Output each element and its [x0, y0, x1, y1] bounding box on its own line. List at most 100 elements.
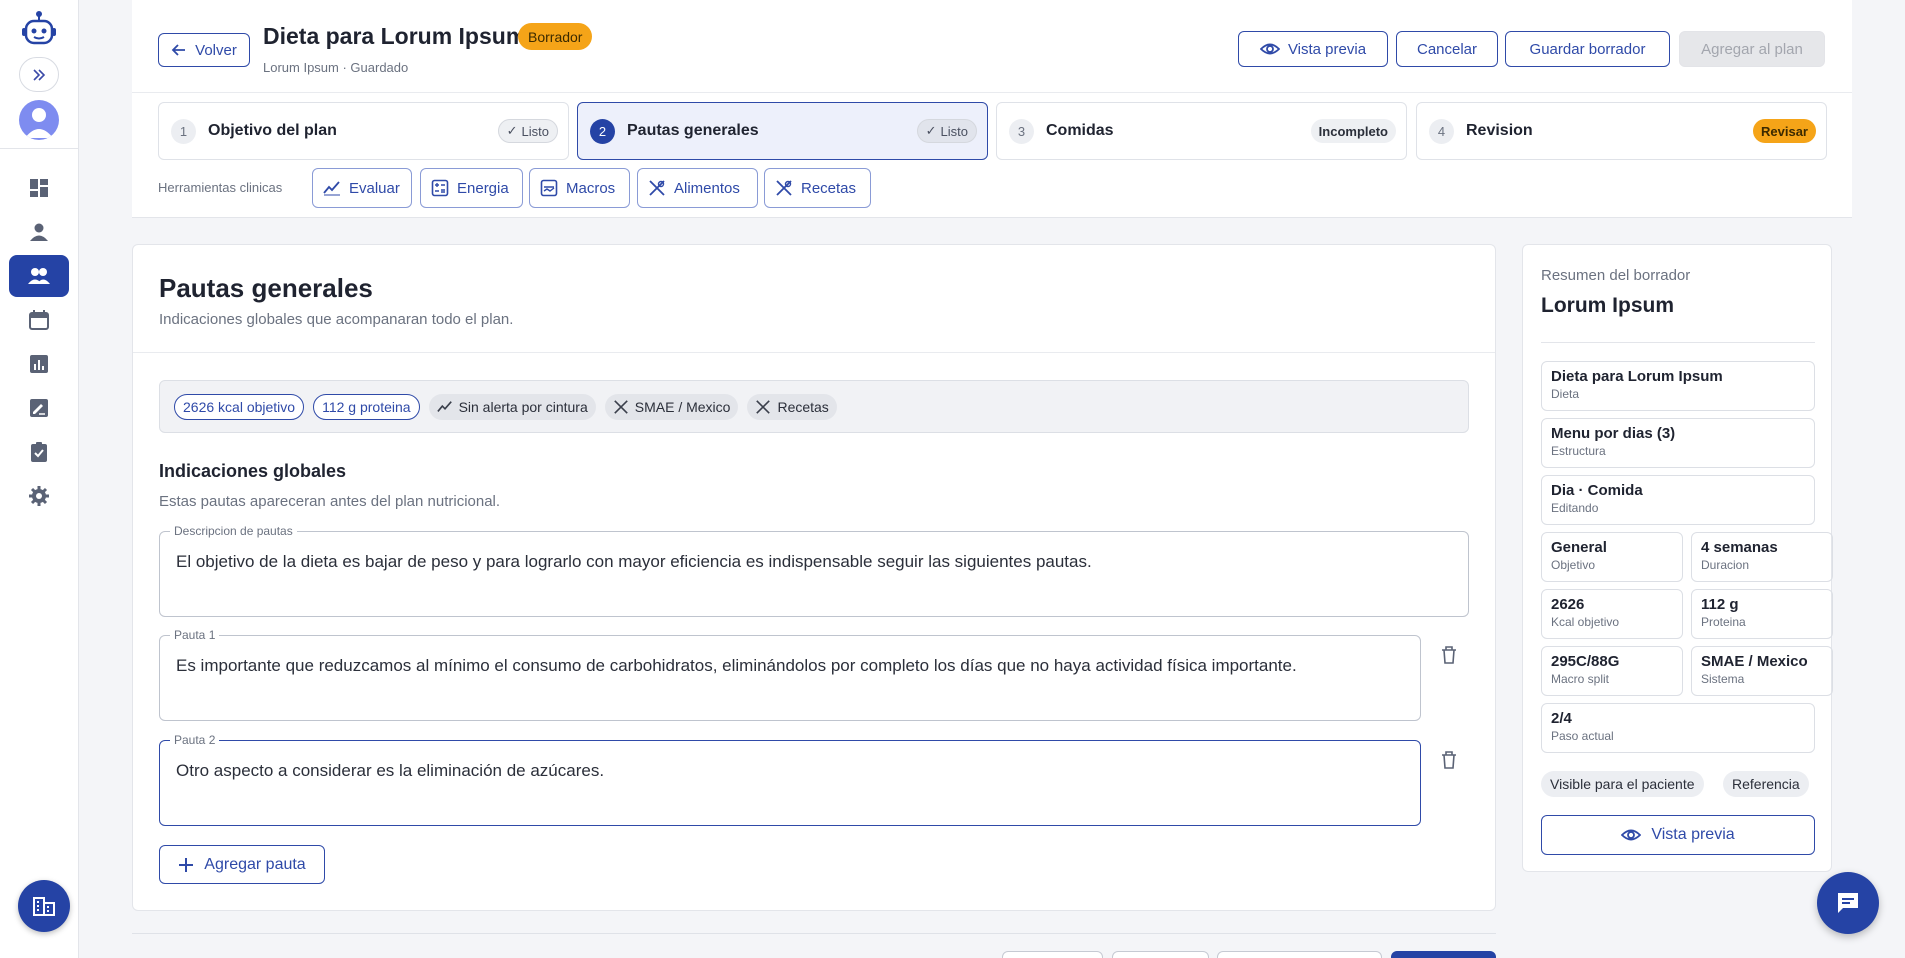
pauta-1-field[interactable]: Pauta 1 Es importante que reduzcamos al …: [159, 628, 1421, 721]
add-pauta-label: Agregar pauta: [204, 855, 306, 873]
section-subheading: Indicaciones globales que acompanaran to…: [159, 311, 514, 328]
card-divider: [133, 352, 1495, 353]
add-to-plan-button[interactable]: Agregar al plan: [1679, 31, 1825, 67]
tool-recetas[interactable]: Recetas: [764, 168, 871, 208]
tools-label: Herramientas clinicas: [158, 180, 283, 195]
chip-kcal: 2626 kcal objetivo: [174, 393, 305, 420]
pauta-2-field[interactable]: Pauta 2 Otro aspecto a considerar es la …: [159, 733, 1421, 826]
page-title: Dieta para Lorum Ipsum: [263, 23, 527, 49]
chip-cintura: Sin alerta por cintura: [428, 393, 596, 420]
trending-icon: [323, 181, 340, 196]
step-status: Revisar: [1753, 119, 1816, 143]
utensils-icon: [776, 180, 792, 196]
tool-energia[interactable]: Energia: [420, 168, 523, 208]
delete-pauta-2-button[interactable]: [1440, 750, 1458, 770]
robot-logo-icon[interactable]: [19, 10, 59, 50]
tool-evaluar[interactable]: Evaluar: [312, 168, 412, 208]
cell-label: Duracion: [1701, 558, 1750, 572]
status-badge: Borrador: [518, 23, 593, 50]
nav-patients[interactable]: [9, 255, 69, 297]
cell-label: Macro split: [1551, 672, 1610, 686]
field-label: Pauta 2: [170, 733, 220, 747]
summary-label: Resumen del borrador: [1541, 267, 1691, 284]
bar-chart-icon: [30, 355, 48, 373]
step-objetivo[interactable]: 1 Objetivo del plan ✓ Listo: [158, 102, 569, 160]
nav-reports[interactable]: [9, 343, 69, 385]
check-icon: ✓: [506, 123, 518, 138]
arrow-left-icon: [171, 44, 186, 56]
cancel-label: Cancelar: [1416, 40, 1478, 58]
nav-calendar[interactable]: [9, 299, 69, 341]
cell-value: 112 g: [1701, 596, 1739, 613]
indicaciones-title: Indicaciones globales: [159, 461, 347, 481]
summary-cell-objetivo: General Objetivo: [1541, 532, 1683, 582]
summary-cell-dieta: Dieta para Lorum Ipsum Dieta: [1541, 361, 1815, 411]
footer-primary-button[interactable]: [1391, 951, 1496, 958]
double-chevron-right-icon: [33, 68, 46, 81]
tool-macros[interactable]: Macros: [529, 168, 630, 208]
step-revision[interactable]: 4 Revision Revisar: [1416, 102, 1827, 160]
step-number: 1: [171, 118, 196, 144]
summary-preview-label: Vista previa: [1651, 826, 1735, 843]
trash-icon: [1442, 751, 1456, 769]
footer-divider: [132, 933, 1496, 934]
descripcion-field[interactable]: Descripcion de pautas El objetivo de la …: [159, 524, 1469, 617]
back-button[interactable]: Volver: [158, 33, 250, 67]
nav-notes[interactable]: [9, 387, 69, 429]
cell-value: SMAE / Mexico: [1701, 653, 1808, 670]
tool-label: Macros: [566, 179, 616, 197]
building-icon: [33, 897, 55, 916]
nav-person[interactable]: [9, 211, 69, 253]
summary-cell-duracion: 4 semanas Duracion: [1691, 532, 1833, 582]
cell-value: Dia · Comida: [1551, 482, 1643, 499]
cell-label: Sistema: [1701, 672, 1745, 686]
clipboard-check-icon: [31, 442, 47, 462]
step-comidas[interactable]: 3 Comidas Incompleto: [996, 102, 1407, 160]
calculator-icon: [431, 179, 449, 197]
preview-button[interactable]: Vista previa: [1238, 31, 1388, 67]
save-draft-button[interactable]: Guardar borrador: [1505, 31, 1670, 67]
step-status: ✓ Listo: [916, 119, 977, 143]
field-value: El objetivo de la dieta es bajar de peso…: [176, 552, 1092, 571]
tool-label: Recetas: [801, 179, 857, 197]
chart-box-icon: [540, 179, 558, 197]
chip-label: Recetas: [777, 398, 829, 415]
summary-cell-editando: Dia · Comida Editando: [1541, 475, 1815, 525]
user-avatar[interactable]: [19, 100, 59, 140]
footer-button[interactable]: [1112, 951, 1209, 958]
person-icon: [30, 223, 48, 241]
nav-tasks[interactable]: [9, 431, 69, 473]
footer-button[interactable]: [1002, 951, 1103, 958]
summary-preview-button[interactable]: Vista previa: [1541, 815, 1815, 855]
chat-button[interactable]: [1817, 872, 1879, 934]
step-number: 4: [1429, 118, 1454, 144]
step-pautas[interactable]: 2 Pautas generales ✓ Listo: [577, 102, 988, 160]
group-icon: [28, 268, 50, 284]
nav-dashboard[interactable]: [9, 167, 69, 209]
tool-label: Energia: [457, 179, 509, 197]
cell-label: Paso actual: [1551, 729, 1614, 743]
chip-sistema: SMAE / Mexico: [604, 393, 739, 420]
expand-sidebar-button[interactable]: [19, 57, 59, 92]
gear-icon: [29, 486, 49, 506]
nav-settings[interactable]: [9, 475, 69, 517]
edit-note-icon: [30, 399, 48, 417]
utensils-icon: [756, 399, 771, 414]
step-number: 3: [1009, 118, 1034, 144]
step-status-text: Listo: [940, 123, 968, 139]
delete-pauta-1-button[interactable]: [1440, 645, 1458, 665]
cell-label: Objetivo: [1551, 558, 1596, 572]
chip-label: SMAE / Mexico: [634, 398, 731, 415]
tag-visible: Visible para el paciente: [1541, 771, 1704, 797]
step-status-text: Listo: [521, 123, 549, 139]
field-value: Es importante que reduzcamos al mínimo e…: [176, 656, 1297, 675]
field-label: Pauta 1: [170, 628, 220, 642]
organization-button[interactable]: [18, 880, 70, 932]
footer-button[interactable]: [1217, 951, 1382, 958]
add-pauta-button[interactable]: Agregar pauta: [159, 845, 325, 884]
eye-icon: [1621, 829, 1642, 841]
trash-icon: [1442, 646, 1456, 664]
tool-alimentos[interactable]: Alimentos: [637, 168, 758, 208]
cancel-button[interactable]: Cancelar: [1396, 31, 1498, 67]
calendar-icon: [29, 310, 49, 330]
